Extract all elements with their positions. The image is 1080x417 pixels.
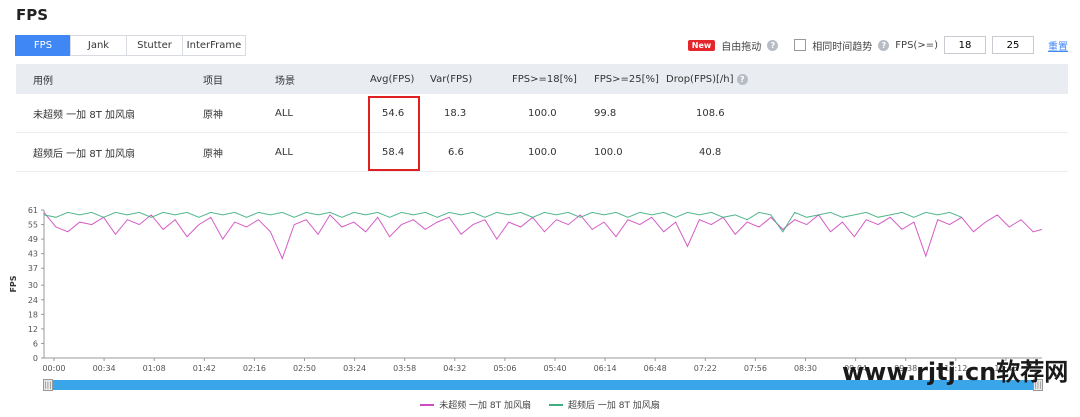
table-cell: ALL (275, 94, 370, 133)
help-icon[interactable]: ? (767, 39, 779, 51)
x-tick-label: 02:16 (243, 364, 266, 373)
x-tick-label: 05:06 (493, 364, 516, 373)
fps-threshold-label: FPS(>=) (895, 39, 938, 51)
x-tick-label: 04:32 (443, 364, 466, 373)
table-cell: 100.0 (512, 94, 594, 133)
table-cell: 超频后 一加 8T 加风扇 (16, 132, 203, 172)
x-tick-label: 05:40 (543, 364, 566, 373)
y-tick-label: 24 (28, 296, 38, 305)
y-tick-label: 18 (28, 310, 38, 319)
table-cell: 原神 (203, 132, 275, 172)
table-cell: 6.6 (430, 132, 512, 172)
x-tick-label: 07:22 (694, 364, 717, 373)
tab-jank[interactable]: Jank (70, 35, 127, 56)
y-axis-label: FPS (9, 275, 18, 292)
x-tick-label: 03:58 (393, 364, 416, 373)
help-icon[interactable]: ? (736, 73, 748, 85)
chart-legend: 未超频 一加 8T 加风扇 超频后 一加 8T 加风扇 (0, 398, 1080, 411)
x-tick-label: 01:42 (193, 364, 216, 373)
tab-stutter[interactable]: Stutter (126, 35, 183, 56)
y-tick-label: 43 (28, 250, 38, 259)
header-fps-ge-25: FPS>=25[%] (594, 64, 666, 94)
y-tick-label: 37 (28, 264, 38, 273)
y-tick-label: 49 (28, 235, 38, 244)
x-tick-label: 08:30 (794, 364, 817, 373)
legend-label: 超频后 一加 8T 加风扇 (568, 401, 660, 411)
fps-threshold-input-2[interactable] (992, 36, 1034, 54)
x-tick-label: 01:08 (143, 364, 166, 373)
tab-bar: FPS Jank Stutter InterFrame (15, 35, 246, 56)
stats-table: 用例 项目 场景 Avg(FPS) Var(FPS) FPS>=18[%] FP… (16, 64, 1068, 172)
toolbar: New 自由拖动 ? 相同时间趋势 ? FPS(>=) 重置 (687, 36, 1068, 54)
help-icon[interactable]: ? (878, 39, 890, 51)
fps-threshold-input-1[interactable] (944, 36, 986, 54)
page-title: FPS (16, 6, 49, 24)
x-tick-label: 02:50 (293, 364, 316, 373)
same-time-checkbox[interactable] (794, 39, 807, 51)
table-cell: 108.6 (666, 94, 1068, 133)
table-cell: 40.8 (666, 132, 1068, 172)
legend-swatch (420, 403, 435, 406)
y-tick-label: 6 (33, 339, 38, 348)
table-cell: 100.0 (512, 132, 594, 172)
x-tick-label: 03:24 (343, 364, 366, 373)
fps-line-chart: 0 6 12 18 24 30 37 43 49 55 61 FPS 00:00 00:34 01:08 01… (9, 206, 1043, 373)
header-drop-fps: Drop(FPS)[/h] ? (666, 64, 1068, 94)
avg-fps-highlight-box (368, 96, 420, 171)
x-tick-label: 06:14 (594, 364, 617, 373)
x-tick-label: 06:48 (644, 364, 667, 373)
header-scene: 场景 (275, 64, 370, 94)
y-tick-label: 61 (28, 206, 38, 215)
table-cell: ALL (275, 132, 370, 172)
table-cell: 99.8 (594, 94, 666, 133)
table-cell: 18.3 (430, 94, 512, 133)
header-case: 用例 (16, 64, 203, 94)
tab-interframe[interactable]: InterFrame (182, 35, 246, 56)
new-badge: New (687, 39, 716, 51)
legend-label: 未超频 一加 8T 加风扇 (439, 401, 531, 411)
y-tick-label: 0 (33, 354, 38, 363)
x-tick-label: 00:00 (42, 364, 65, 373)
table-row: 未超频 一加 8T 加风扇 原神 ALL 54.6 18.3 100.0 99.… (16, 94, 1068, 133)
x-tick-label: 07:56 (744, 364, 767, 373)
legend-item-series-2[interactable]: 超频后 一加 8T 加风扇 (549, 398, 660, 411)
y-tick-label: 30 (28, 281, 38, 290)
table-header-row: 用例 项目 场景 Avg(FPS) Var(FPS) FPS>=18[%] FP… (16, 64, 1068, 94)
header-fps-ge-18: FPS>=18[%] (512, 64, 594, 94)
reset-link[interactable]: 重置 (1048, 38, 1068, 53)
y-tick-label: 12 (28, 325, 38, 334)
header-project: 项目 (203, 64, 275, 94)
header-avg-fps: Avg(FPS) (370, 64, 430, 94)
same-time-label: 相同时间趋势 (812, 41, 873, 53)
table-cell: 未超频 一加 8T 加风扇 (16, 94, 203, 133)
y-tick-label: 55 (28, 221, 38, 230)
series-line-1 (43, 212, 1043, 260)
legend-item-series-1[interactable]: 未超频 一加 8T 加风扇 (420, 398, 531, 411)
free-drag-label[interactable]: 自由拖动 (721, 38, 761, 53)
x-tick-label: 00:34 (93, 364, 116, 373)
header-var-fps: Var(FPS) (430, 64, 512, 94)
watermark: www.rjtj.cn软荐网 (842, 358, 1069, 386)
range-handle-left[interactable]: ||| (43, 379, 53, 391)
table-cell: 原神 (203, 94, 275, 133)
table-cell: 100.0 (594, 132, 666, 172)
legend-swatch (549, 403, 563, 406)
tab-fps[interactable]: FPS (15, 35, 71, 56)
table-row: 超频后 一加 8T 加风扇 原神 ALL 58.4 6.6 100.0 100.… (16, 132, 1068, 172)
